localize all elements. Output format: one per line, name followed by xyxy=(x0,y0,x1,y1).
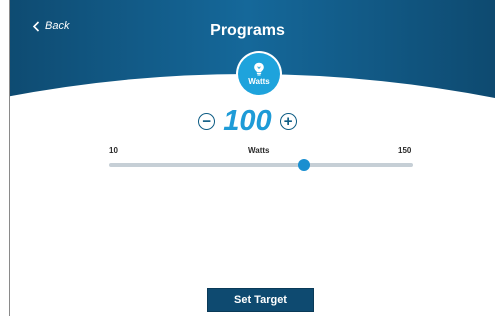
decrement-button[interactable]: − xyxy=(198,112,216,130)
slider-max-label: 150 xyxy=(398,146,412,155)
watts-value: 100 xyxy=(223,104,272,137)
value-stepper: − 100 + xyxy=(0,105,495,137)
increment-button[interactable]: + xyxy=(279,112,297,130)
slider-min-label: 10 xyxy=(109,146,118,155)
lightbulb-icon xyxy=(254,62,264,76)
watts-slider-thumb[interactable] xyxy=(297,159,310,171)
watts-program-badge: Watts xyxy=(238,53,280,95)
set-target-button[interactable]: Set Target xyxy=(207,288,314,312)
programs-screen: Back Programs Watts − 100 + 10 Watts 150… xyxy=(0,0,495,316)
page-title: Programs xyxy=(210,22,285,39)
window-left-edge xyxy=(0,0,10,316)
badge-label: Watts xyxy=(248,77,270,86)
slider-unit-label: Watts xyxy=(248,146,270,155)
watts-slider-track[interactable] xyxy=(109,163,413,167)
